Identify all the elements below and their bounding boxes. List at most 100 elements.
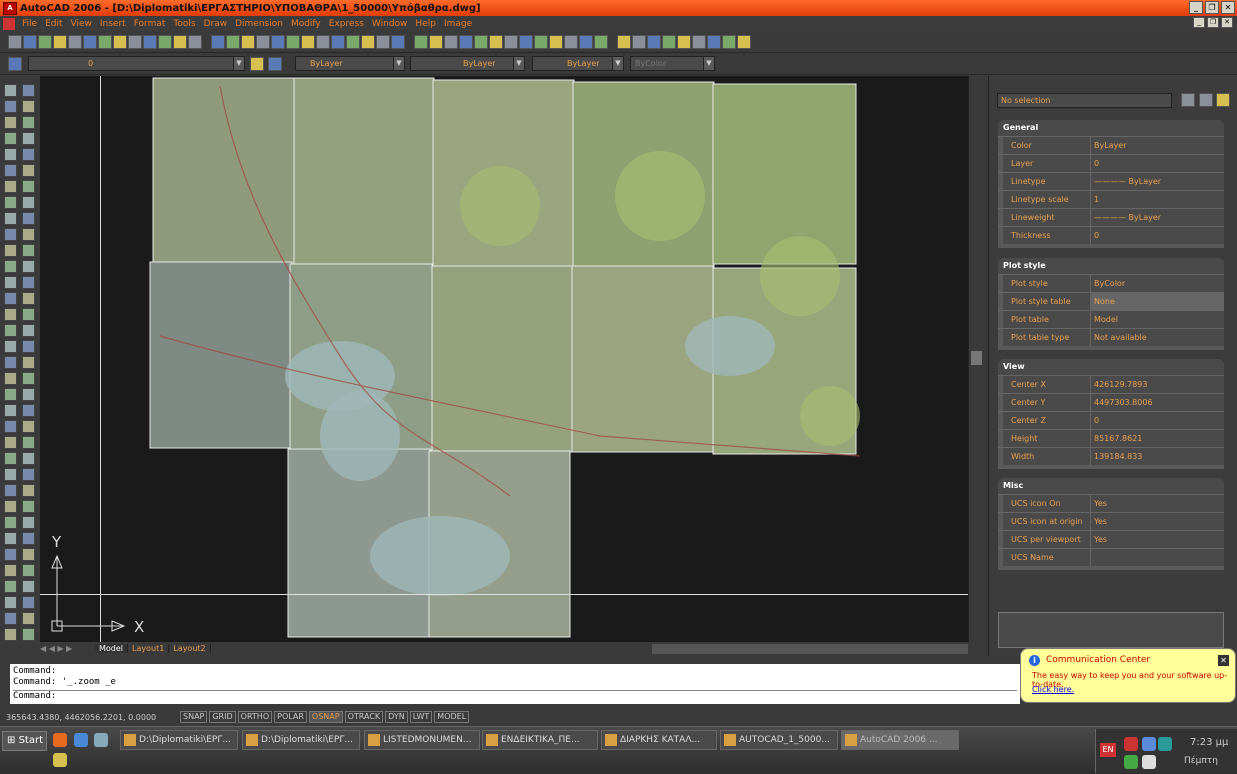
property-row[interactable]: Height 85167.8621 <box>998 429 1224 447</box>
toolbar-icon[interactable] <box>53 35 67 49</box>
tool-icon[interactable] <box>4 148 17 161</box>
toolbar-icon[interactable] <box>594 35 608 49</box>
model-toggle[interactable]: MODEL <box>434 711 470 723</box>
tool-icon[interactable] <box>4 484 17 497</box>
tool-icon[interactable] <box>4 228 17 241</box>
tool-icon[interactable] <box>22 468 35 481</box>
property-value[interactable]: 0 <box>1091 227 1224 244</box>
property-value[interactable]: Not available <box>1091 329 1224 346</box>
tray-icon-2[interactable] <box>1124 755 1138 769</box>
tool-icon[interactable] <box>22 484 35 497</box>
toolbar-icon[interactable] <box>391 35 405 49</box>
toolbar-icon[interactable] <box>256 35 270 49</box>
toolbar-icon[interactable] <box>444 35 458 49</box>
toggle-pickadd-icon[interactable] <box>1181 93 1195 107</box>
task-diarkis[interactable]: ΔΙΑΡΚΗΣ ΚΑΤΑΛ... <box>601 730 717 750</box>
scroll-thumb[interactable] <box>971 351 982 365</box>
toolbar-icon[interactable] <box>376 35 390 49</box>
toolbar-icon[interactable] <box>722 35 736 49</box>
linetype-dropdown[interactable]: ByLayer ▼ <box>410 56 525 71</box>
tool-icon[interactable] <box>4 564 17 577</box>
make-current-icon[interactable] <box>250 57 264 71</box>
command-line[interactable]: Command: Command: '_.zoom _e Command: <box>10 664 1020 704</box>
toolbar-icon[interactable] <box>534 35 548 49</box>
tool-icon[interactable] <box>4 292 17 305</box>
toolbar-icon[interactable] <box>113 35 127 49</box>
menu-image[interactable]: Image <box>440 19 476 29</box>
tool-icon[interactable] <box>22 436 35 449</box>
property-row[interactable]: Plot table type Not available <box>998 328 1224 346</box>
tool-icon[interactable] <box>4 388 17 401</box>
tool-icon[interactable] <box>4 308 17 321</box>
dyn-toggle[interactable]: DYN <box>385 711 408 723</box>
toolbar-icon[interactable] <box>143 35 157 49</box>
tool-icon[interactable] <box>22 116 35 129</box>
toolbar-icon[interactable] <box>459 35 473 49</box>
tool-icon[interactable] <box>4 132 17 145</box>
grid-toggle[interactable]: GRID <box>209 711 236 723</box>
toolbar-icon[interactable] <box>38 35 52 49</box>
toolbar-icon[interactable] <box>128 35 142 49</box>
property-value[interactable]: 4497303.8006 <box>1091 394 1224 411</box>
tool-icon[interactable] <box>4 404 17 417</box>
ati-icon[interactable] <box>1124 737 1138 751</box>
toolbar-icon[interactable] <box>677 35 691 49</box>
tool-icon[interactable] <box>4 340 17 353</box>
tool-icon[interactable] <box>4 84 17 97</box>
tool-icon[interactable] <box>22 564 35 577</box>
quicklaunch-icon[interactable] <box>53 753 67 767</box>
task-listedmonuments[interactable]: LISTEDMONUMEN... <box>364 730 480 750</box>
tool-icon[interactable] <box>4 452 17 465</box>
toolbar-icon[interactable] <box>211 35 225 49</box>
menu-help[interactable]: Help <box>411 19 440 29</box>
property-row[interactable]: UCS icon at origin Yes <box>998 512 1224 530</box>
toolbar-icon[interactable] <box>68 35 82 49</box>
menu-dimension[interactable]: Dimension <box>231 19 287 29</box>
balloon-close-button[interactable]: ✕ <box>1218 655 1229 666</box>
section-header[interactable]: General <box>998 120 1224 136</box>
toolbar-icon[interactable] <box>301 35 315 49</box>
tool-icon[interactable] <box>22 228 35 241</box>
tool-icon[interactable] <box>22 452 35 465</box>
tool-icon[interactable] <box>22 164 35 177</box>
layer-manager-icon[interactable] <box>8 57 22 71</box>
property-row[interactable]: Linetype ———— ByLayer <box>998 172 1224 190</box>
property-value[interactable]: Yes <box>1091 513 1224 530</box>
osnap-toggle[interactable]: OSNAP <box>308 711 343 723</box>
tool-icon[interactable] <box>4 500 17 513</box>
task-endeiktika[interactable]: ΕΝΔΕΙΚΤΙΚΑ_ΠΕ... <box>482 730 598 750</box>
property-row[interactable]: UCS Name <box>998 548 1224 566</box>
toolbar-icon[interactable] <box>286 35 300 49</box>
tool-icon[interactable] <box>4 164 17 177</box>
ortho-toggle[interactable]: ORTHO <box>237 711 273 723</box>
tool-icon[interactable] <box>4 244 17 257</box>
property-row[interactable]: Center Z0 <box>998 411 1224 429</box>
property-value[interactable]: ———— ByLayer <box>1091 173 1224 190</box>
toolbar-icon[interactable] <box>504 35 518 49</box>
tool-icon[interactable] <box>22 260 35 273</box>
toolbar-icon[interactable] <box>23 35 37 49</box>
select-objects-icon[interactable] <box>1199 93 1213 107</box>
menu-format[interactable]: Format <box>130 19 170 29</box>
toolbar-icon[interactable] <box>474 35 488 49</box>
task-autocad-2006[interactable]: AutoCAD 2006 ... <box>841 730 959 750</box>
menu-modify[interactable]: Modify <box>287 19 325 29</box>
document-icon[interactable] <box>3 17 15 30</box>
property-value[interactable]: Model <box>1091 311 1224 328</box>
toolbar-icon[interactable] <box>8 35 22 49</box>
tool-icon[interactable] <box>4 436 17 449</box>
tray-app-icon[interactable] <box>1158 737 1172 751</box>
tab-model[interactable]: Model <box>95 644 129 653</box>
start-button[interactable]: ⊞ Start <box>2 731 47 751</box>
property-row[interactable]: Plot style table None <box>998 292 1224 310</box>
otrack-toggle[interactable]: OTRACK <box>344 711 384 723</box>
property-value[interactable]: Yes <box>1091 531 1224 548</box>
tool-icon[interactable] <box>4 548 17 561</box>
toolbar-icon[interactable] <box>429 35 443 49</box>
tool-icon[interactable] <box>22 196 35 209</box>
property-row[interactable]: Linetype scale 1 <box>998 190 1224 208</box>
layer-dropdown[interactable]: 0 ▼ <box>28 56 245 71</box>
tab-layout1[interactable]: Layout1 <box>128 644 170 653</box>
tool-icon[interactable] <box>22 628 35 641</box>
property-value[interactable]: 0 <box>1091 412 1224 429</box>
